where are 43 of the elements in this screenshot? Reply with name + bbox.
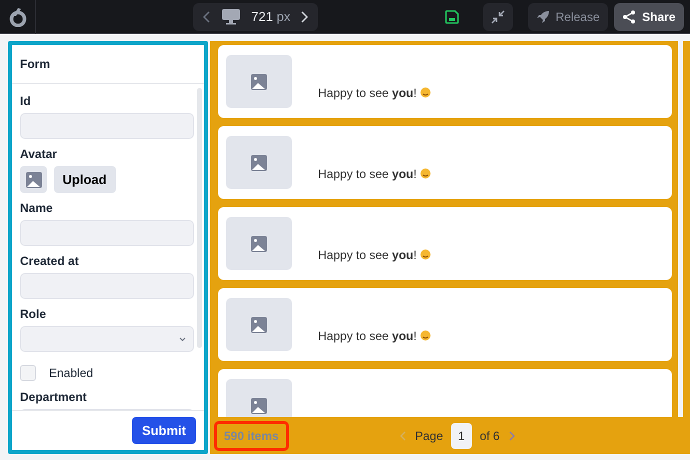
field-label: Role [20, 307, 48, 321]
checkbox[interactable] [20, 365, 36, 381]
field-label: Created at [20, 254, 80, 268]
submit-button[interactable]: Submit [132, 416, 196, 444]
share-icon [622, 10, 636, 24]
chevron-left-icon[interactable] [203, 10, 212, 22]
collapse-button[interactable] [483, 2, 514, 30]
field-label: Department [20, 390, 88, 404]
input-field[interactable] [20, 113, 194, 139]
page-number-field[interactable]: 1 [451, 422, 472, 448]
field-label: Avatar [20, 147, 58, 161]
image-icon [24, 170, 42, 188]
checkbox-label: Enabled [49, 365, 94, 382]
card-text: Happy to see you! [318, 246, 417, 264]
item-count: 590 items [214, 420, 289, 450]
logo-icon [8, 6, 26, 26]
page-label: Page [415, 428, 444, 444]
field-label: Id [20, 94, 32, 108]
field-label: Name [20, 201, 54, 215]
share-button[interactable]: Share [614, 2, 684, 30]
caret-icon [179, 336, 186, 342]
upload-button[interactable]: Upload [54, 166, 116, 193]
image-icon [250, 396, 268, 414]
rocket-icon [536, 10, 550, 24]
input-field[interactable] [20, 273, 194, 299]
scrollbar[interactable] [678, 41, 683, 417]
image-icon [250, 234, 268, 252]
collapse-icon [491, 10, 506, 24]
image-icon [250, 154, 268, 172]
form-title: Form [12, 45, 204, 84]
card-text: Happy to see you! [318, 328, 417, 344]
card-text: Happy to see you! [318, 84, 417, 102]
scrollbar[interactable] [197, 88, 202, 348]
select-field[interactable] [20, 326, 194, 352]
image-icon [250, 72, 268, 90]
save-icon [444, 10, 459, 24]
card-text: Happy to see you! [318, 166, 417, 182]
input-field[interactable] [20, 220, 194, 246]
release-button[interactable]: Release [528, 2, 608, 30]
monitor-icon [221, 8, 242, 25]
image-icon [250, 316, 268, 334]
viewport-width: 721 px [251, 8, 290, 26]
page-total: of 6 [480, 428, 500, 444]
